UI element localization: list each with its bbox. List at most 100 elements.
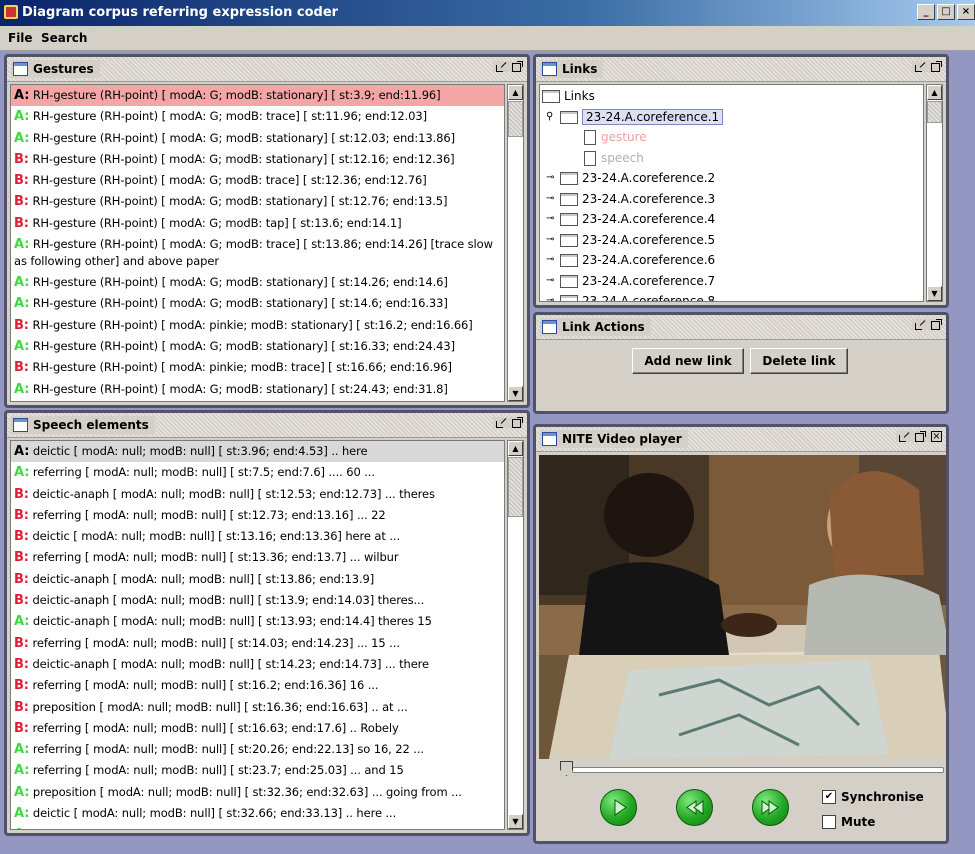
speech-text: deictic-anaph [ modA: null; modB: null] … <box>28 593 425 608</box>
video-seek-track[interactable] <box>572 767 944 773</box>
video-seek-thumb[interactable] <box>560 761 573 776</box>
tree-leaf-gesture[interactable]: gesture <box>542 127 921 148</box>
minimize-panel-icon[interactable] <box>496 61 507 72</box>
scroll-thumb[interactable] <box>508 101 523 137</box>
gesture-row[interactable]: B: RH-gesture (RH-point) [ modA: G; modB… <box>11 149 504 170</box>
gesture-row[interactable]: B: RH-gesture (RH-point) [ modA: pinkie;… <box>11 315 504 336</box>
mute-checkbox[interactable]: Mute <box>822 815 875 829</box>
gesture-row[interactable]: A: RH-gesture (RH-point) [ modA: G; modB… <box>11 379 504 400</box>
scroll-down-icon[interactable]: ▼ <box>927 286 942 301</box>
menu-file[interactable]: File <box>8 31 33 45</box>
tree-node[interactable]: ⊸ 23-24.A.coreference.2 <box>542 168 921 189</box>
speech-text: deictic [ modA: null; modB: null] [ st:1… <box>28 529 401 544</box>
delete-link-button[interactable]: Delete link <box>750 348 848 374</box>
menu-search[interactable]: Search <box>41 31 87 45</box>
gesture-text: RH-gesture (RH-point) [ modA: G; modB: t… <box>28 173 427 188</box>
maximize-panel-icon[interactable] <box>931 61 942 72</box>
collapsed-handle-icon[interactable]: ⊸ <box>546 291 558 301</box>
speech-row[interactable]: B: referring [ modA: null; modB: null] [… <box>11 675 504 696</box>
gesture-row[interactable]: A: RH-gesture (RH-point) [ modA: G; modB… <box>11 128 504 149</box>
minimize-panel-icon[interactable] <box>496 417 507 428</box>
gesture-row[interactable]: A: RH-gesture (RH-point) [ modA: G; modB… <box>11 85 504 107</box>
speech-row[interactable]: B: deictic-anaph [ modA: null; modB: nul… <box>11 484 504 505</box>
tree-node[interactable]: ⊸ 23-24.A.coreference.4 <box>542 209 921 230</box>
maximize-panel-icon[interactable] <box>931 319 942 330</box>
gesture-text: RH-gesture (RH-point) [ modA: G; modB: s… <box>28 151 455 166</box>
synchronise-checkbox[interactable]: ✔ Synchronise <box>822 790 924 804</box>
add-new-link-button[interactable]: Add new link <box>632 348 744 374</box>
speech-row[interactable]: B: deictic-anaph [ modA: null; modB: nul… <box>11 590 504 611</box>
gesture-row[interactable]: A: RH-gesture (RH-point) [ modA: G; modB… <box>11 336 504 357</box>
tree-leaf-speech[interactable]: speech <box>542 148 921 169</box>
scroll-up-icon[interactable]: ▲ <box>927 85 942 100</box>
speech-row[interactable]: B: referring [ modA: null; modB: null] [… <box>11 547 504 568</box>
speech-row[interactable]: A: referring [ modA: null; modB: null] [… <box>11 462 504 483</box>
close-panel-icon[interactable]: × <box>931 431 942 442</box>
close-icon[interactable]: × <box>957 4 975 20</box>
checkmark-icon: ✔ <box>822 790 836 804</box>
tree-node[interactable]: ⊸ 23-24.A.coreference.8 <box>542 291 921 301</box>
gestures-list[interactable]: A: RH-gesture (RH-point) [ modA: G; modB… <box>10 84 505 402</box>
minimize-icon[interactable]: _ <box>917 4 935 20</box>
speech-row[interactable]: A: referring [ modA: null; modB: null] [… <box>11 739 504 760</box>
speech-row[interactable]: B: preposition [ modA: null; modB: null]… <box>11 697 504 718</box>
speech-scrollbar[interactable]: ▲ ▼ <box>507 440 524 830</box>
gesture-row[interactable]: B: RH-gesture (RH-point) [ modA: pinkie;… <box>11 357 504 378</box>
minimize-panel-icon[interactable] <box>915 61 926 72</box>
scroll-down-icon[interactable]: ▼ <box>508 386 523 401</box>
maximize-panel-icon[interactable] <box>512 61 523 72</box>
gesture-text: RH-gesture (RH-point) [ modA: G; modB: t… <box>28 215 402 230</box>
links-scrollbar[interactable]: ▲ ▼ <box>926 84 943 302</box>
collapsed-handle-icon[interactable]: ⊸ <box>546 271 558 292</box>
maximize-icon[interactable]: □ <box>937 4 955 20</box>
gesture-row[interactable]: A: RH-gesture (RH-point) [ modA: G; modB… <box>11 106 504 127</box>
gestures-scrollbar[interactable]: ▲ ▼ <box>507 84 524 402</box>
scroll-up-icon[interactable]: ▲ <box>508 441 523 456</box>
expanded-handle-icon[interactable]: ⚲ <box>546 107 558 128</box>
gesture-row[interactable]: A: RH-gesture (RH-point) [ modA: G; modB… <box>11 293 504 314</box>
tree-node-label: 23-24.A.coreference.6 <box>582 253 716 267</box>
speech-row[interactable]: A: deictic [ modA: null; modB: null] [ s… <box>11 803 504 824</box>
collapsed-handle-icon[interactable]: ⊸ <box>546 250 558 271</box>
gesture-row[interactable]: A: RH-gesture (RH-point) [ modA: G; modB… <box>11 400 504 401</box>
collapsed-handle-icon[interactable]: ⊸ <box>546 189 558 210</box>
scroll-up-icon[interactable]: ▲ <box>508 85 523 100</box>
maximize-panel-icon[interactable] <box>512 417 523 428</box>
scroll-thumb[interactable] <box>508 457 523 517</box>
collapsed-handle-icon[interactable]: ⊸ <box>546 209 558 230</box>
gesture-row[interactable]: A: RH-gesture (RH-point) [ modA: G; modB… <box>11 272 504 293</box>
collapsed-handle-icon[interactable]: ⊸ <box>546 168 558 189</box>
speech-row[interactable]: B: deictic-anaph [ modA: null; modB: nul… <box>11 569 504 590</box>
speech-row[interactable]: A: deictic [ modA: null; modB: null] [ s… <box>11 824 504 829</box>
gesture-row[interactable]: B: RH-gesture (RH-point) [ modA: G; modB… <box>11 213 504 234</box>
speech-row[interactable]: B: deictic [ modA: null; modB: null] [ s… <box>11 526 504 547</box>
speech-row[interactable]: B: deictic-anaph [ modA: null; modB: nul… <box>11 654 504 675</box>
scroll-thumb[interactable] <box>927 101 942 123</box>
gesture-row[interactable]: B: RH-gesture (RH-point) [ modA: G; modB… <box>11 191 504 212</box>
gesture-row[interactable]: A: RH-gesture (RH-point) [ modA: G; modB… <box>11 234 504 272</box>
play-button[interactable] <box>600 789 637 826</box>
tree-node[interactable]: ⊸ 23-24.A.coreference.6 <box>542 250 921 271</box>
tree-node-expanded[interactable]: ⚲ 23-24.A.coreference.1 <box>542 107 921 128</box>
tree-node[interactable]: ⊸ 23-24.A.coreference.5 <box>542 230 921 251</box>
speech-row[interactable]: A: preposition [ modA: null; modB: null]… <box>11 782 504 803</box>
links-tree[interactable]: Links ⚲ 23-24.A.coreference.1 gesture spe… <box>539 84 924 302</box>
speech-list[interactable]: A: deictic [ modA: null; modB: null] [ s… <box>10 440 505 830</box>
speech-row[interactable]: A: referring [ modA: null; modB: null] [… <box>11 760 504 781</box>
speech-row[interactable]: A: deictic-anaph [ modA: null; modB: nul… <box>11 611 504 632</box>
scroll-down-icon[interactable]: ▼ <box>508 814 523 829</box>
gesture-row[interactable]: B: RH-gesture (RH-point) [ modA: G; modB… <box>11 170 504 191</box>
speech-row[interactable]: B: referring [ modA: null; modB: null] [… <box>11 633 504 654</box>
speech-row[interactable]: B: referring [ modA: null; modB: null] [… <box>11 718 504 739</box>
minimize-panel-icon[interactable] <box>899 431 910 442</box>
minimize-panel-icon[interactable] <box>915 319 926 330</box>
speech-row[interactable]: B: referring [ modA: null; modB: null] [… <box>11 505 504 526</box>
tree-node[interactable]: ⊸ 23-24.A.coreference.3 <box>542 189 921 210</box>
tree-root[interactable]: Links <box>542 86 921 107</box>
tree-node[interactable]: ⊸ 23-24.A.coreference.7 <box>542 271 921 292</box>
maximize-panel-icon[interactable] <box>915 431 926 442</box>
rewind-button[interactable] <box>676 789 713 826</box>
collapsed-handle-icon[interactable]: ⊸ <box>546 230 558 251</box>
speech-row[interactable]: A: deictic [ modA: null; modB: null] [ s… <box>11 441 504 463</box>
fast-forward-button[interactable] <box>752 789 789 826</box>
